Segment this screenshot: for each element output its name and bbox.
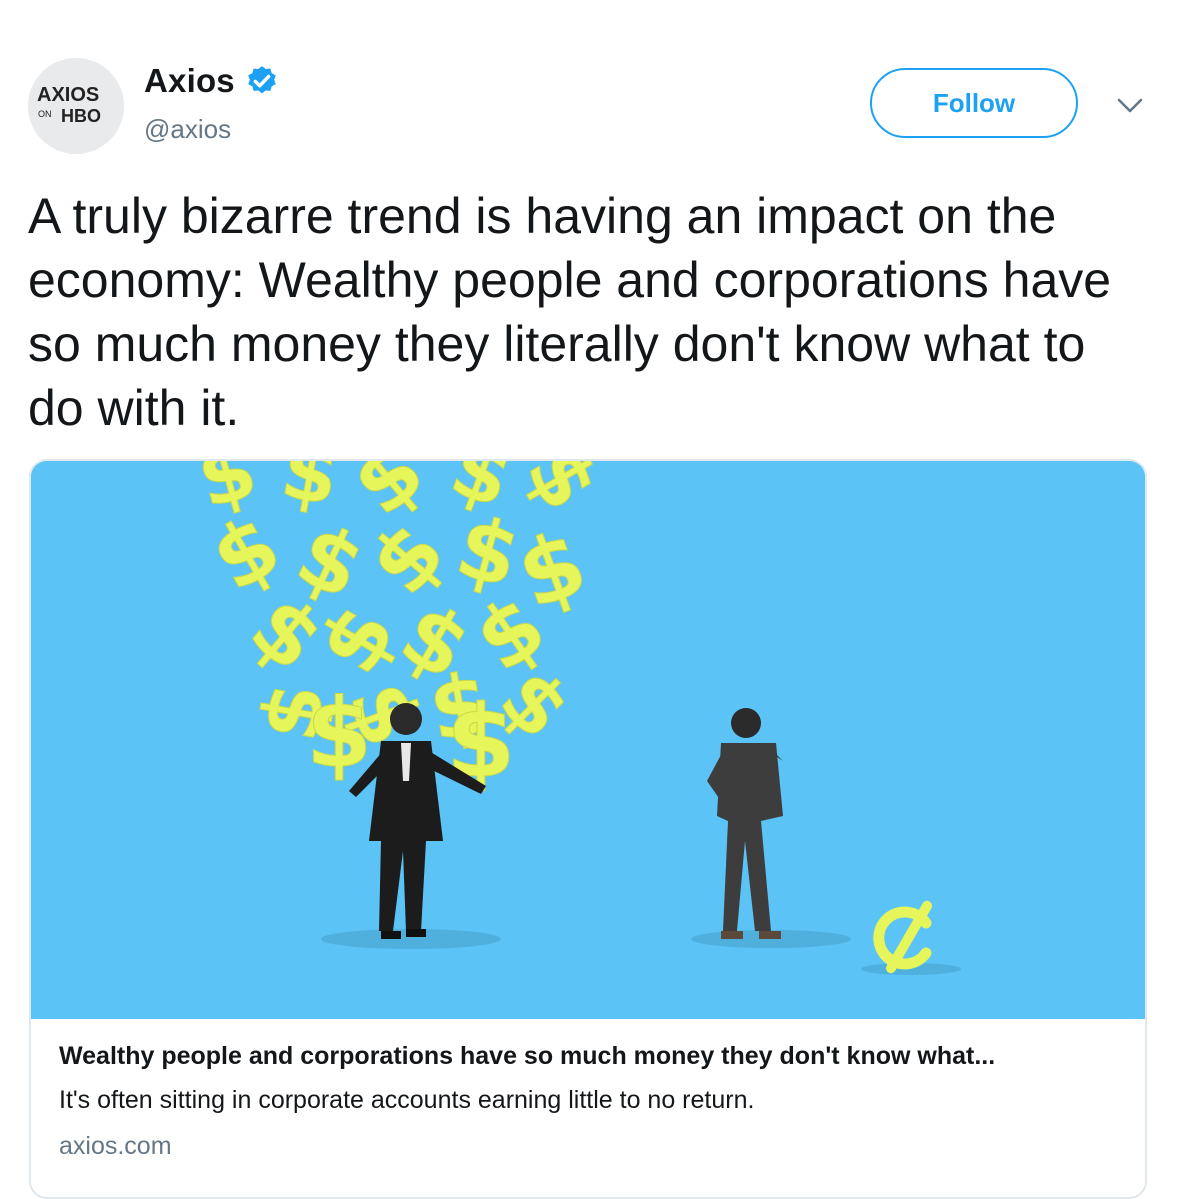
verified-badge-icon bbox=[248, 66, 276, 94]
display-name-row[interactable]: Axios bbox=[144, 62, 279, 100]
svg-text:$: $ bbox=[306, 679, 372, 789]
card-body[interactable]: Wealthy people and corporations have so … bbox=[59, 1039, 1129, 1163]
user-handle[interactable]: @axios bbox=[144, 114, 231, 145]
avatar-logo-hbo: HBO bbox=[61, 106, 101, 126]
money-illustration-icon: $ $ $ $ $ $ $ $ $ $ $ $ $ $ $ $ $ $ $ $ bbox=[31, 461, 1145, 1019]
avatar-logo-line1: AXIOS bbox=[37, 84, 99, 106]
tweet-text: A truly bizarre trend is having an impac… bbox=[28, 188, 1112, 436]
follow-button[interactable]: Follow bbox=[870, 68, 1078, 138]
card-domain: axios.com bbox=[59, 1132, 172, 1160]
axios-logo: AXIOS ON HBO bbox=[28, 58, 124, 154]
display-name[interactable]: Axios bbox=[144, 62, 235, 100]
card-image[interactable]: $ $ $ $ $ $ $ $ $ $ $ $ $ $ $ $ $ $ $ $ bbox=[31, 461, 1145, 1019]
svg-text:$: $ bbox=[446, 683, 516, 800]
card-description: It's often sitting in corporate accounts… bbox=[59, 1086, 755, 1114]
chevron-down-icon[interactable] bbox=[1116, 94, 1144, 118]
avatar[interactable]: AXIOS ON HBO bbox=[28, 58, 124, 154]
link-card[interactable]: $ $ $ $ $ $ $ $ $ $ $ $ $ $ $ $ $ $ $ $ bbox=[29, 459, 1147, 1199]
avatar-logo-on: ON bbox=[38, 109, 52, 119]
card-title[interactable]: Wealthy people and corporations have so … bbox=[59, 1039, 1129, 1073]
